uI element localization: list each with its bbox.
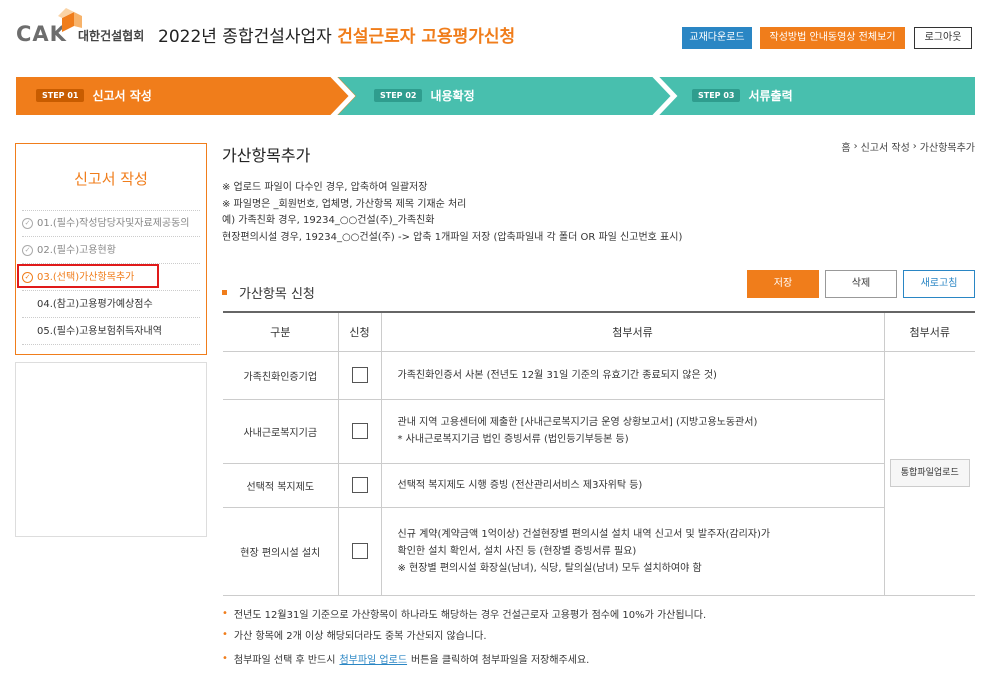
page-title: 가산항목추가	[222, 146, 311, 165]
sidebar-title: 신고서 작성	[74, 170, 148, 188]
header-category: 구분	[223, 311, 338, 352]
header-apply: 신청	[337, 311, 381, 352]
textbook-download-button[interactable]: 교재다운로드	[682, 27, 752, 49]
header-attachment: 첨부서류	[883, 311, 975, 352]
row-checkbox-cell	[337, 351, 381, 400]
check-circle-icon: ✓	[22, 244, 33, 256]
footnote-text: 전년도 12월31일 기준으로 가산항목이 하나라도 해당하는 경우 건설근로자…	[233, 610, 707, 621]
note-line: 현장편의시설 경우, 19234_○○건설(주) -> 압축 1개파일 저장 (…	[222, 231, 683, 243]
bullet-icon: •	[222, 629, 228, 640]
cak-logo[interactable]: CAK 대한건설협회	[16, 8, 151, 48]
bullet-icon: •	[222, 608, 228, 619]
step-arrows	[16, 77, 975, 115]
breadcrumb-home[interactable]: 홈	[841, 139, 850, 154]
step-1-badge: STEP 01	[36, 89, 85, 102]
doc-line: 확인한 설치 확인서, 설치 사진 등 (현장별 증빙서류 필요)	[397, 545, 637, 557]
note-line: 예) 가족친화 경우, 19234_○○건설(주)_가족친화	[222, 215, 435, 226]
footnote: • 전년도 12월31일 기준으로 가산항목이 하나라도 해당하는 경우 건설근…	[222, 606, 706, 621]
row-checkbox-cell	[337, 399, 381, 464]
row-category: 선택적 복지제도	[223, 463, 338, 508]
doc-line: * 사내근로복지기금 법인 증빙서류 (법인등기부등본 등)	[397, 434, 629, 445]
row-category: 현장 편의시설 설치	[223, 507, 338, 596]
logout-button[interactable]: 로그아웃	[914, 27, 972, 49]
guide-video-button[interactable]: 작성방법 안내동영상 전체보기	[760, 27, 905, 49]
row-category: 가족친화인증기업	[223, 351, 338, 400]
note-line: ※ 업로드 파일이 다수인 경우, 압축하여 일괄저장	[222, 182, 428, 193]
apply-checkbox[interactable]	[351, 477, 368, 493]
bulk-upload-button[interactable]: 통합파일업로드	[889, 459, 970, 487]
sidebar-item-label: 02.(필수)고용현황	[37, 244, 116, 256]
bonus-items-table: 구분 신청 첨부서류 첨부서류 가족친화인증기업 가족친화인증서 사본 (전년도…	[223, 311, 975, 596]
step-3: STEP 03 서류출력	[692, 87, 793, 104]
step-2-badge: STEP 02	[374, 89, 423, 102]
row-documents: 신규 계약(계약금액 1억이상) 건설현장별 편의시설 설치 내역 신고서 및 …	[380, 507, 884, 596]
table-row: 현장 편의시설 설치 신규 계약(계약금액 1억이상) 건설현장별 편의시설 설…	[223, 507, 975, 596]
attachment-upload-link[interactable]: 첨부파일 업로드	[339, 651, 407, 666]
sidebar-item-employment[interactable]: ✓ 02.(필수)고용현황	[22, 237, 200, 264]
check-circle-icon: ✓	[22, 218, 33, 229]
row-category: 사내근로복지기금	[223, 399, 338, 464]
header: CAK 대한건설협회 2022년 종합건설사업자 건설근로자 고용평가신청 교재…	[0, 0, 992, 66]
sidebar-item-label: 05.(필수)고용보험취득자내역	[37, 325, 162, 337]
footnote-text: 첨부파일 선택 후 반드시	[233, 655, 336, 666]
delete-button[interactable]: 삭제	[825, 270, 897, 298]
breadcrumb: 홈 › 신고서 작성 › 가산항목추가	[841, 139, 975, 154]
bullet-icon	[222, 290, 227, 295]
chevron-right-icon: ›	[853, 141, 858, 152]
footnote-text: 버튼을 클릭하여 첨부파일을 저장해주세요.	[411, 655, 590, 666]
footnote: • 첨부파일 선택 후 반드시 첨부파일 업로드 버튼을 클릭하여 첨부파일을 …	[222, 651, 589, 666]
row-checkbox-cell	[337, 463, 381, 508]
bullet-icon: •	[222, 653, 228, 664]
table-row: 사내근로복지기금 관내 지역 고용센터에 제출한 [사내근로복지기금 운영 상황…	[223, 399, 975, 464]
sidebar-item-consent[interactable]: ✓ 01.(필수)작성담당자및자료제공동의	[22, 210, 200, 237]
sidebar-item-score[interactable]: 04.(참고)고용평가예상점수	[22, 291, 200, 318]
footnote-text: 가산 항목에 2개 이상 해당되더라도 중복 가산되지 않습니다.	[233, 631, 487, 642]
doc-line: ※ 현장별 편의시설 화장실(남녀), 식당, 탈의실(남녀) 모두 설치하여야…	[397, 562, 702, 574]
header-documents: 첨부서류	[380, 311, 884, 352]
title-highlight: 건설근로자 고용평가신청	[337, 27, 516, 47]
row-checkbox-cell	[337, 507, 381, 596]
refresh-button[interactable]: 새로고침	[903, 270, 975, 298]
step-3-label: 서류출력	[748, 89, 793, 103]
sidebar-empty-panel	[15, 362, 207, 537]
section-title-text: 가산항목 신청	[239, 287, 315, 302]
doc-line: 가족친화인증서 사본 (전년도 12월 31일 기준의 유효기간 종료되지 않은…	[397, 369, 717, 381]
apply-checkbox[interactable]	[351, 367, 368, 383]
sidebar: 신고서 작성 ✓ 01.(필수)작성담당자및자료제공동의 ✓ 02.(필수)고용…	[15, 143, 207, 355]
save-button[interactable]: 저장	[747, 270, 819, 298]
apply-checkbox[interactable]	[351, 543, 368, 559]
upload-notes: ※ 업로드 파일이 다수인 경우, 압축하여 일괄저장 ※ 파일명은 _회원번호…	[222, 180, 682, 246]
step-1-label: 신고서 작성	[92, 89, 152, 103]
doc-line: 신규 계약(계약금액 1억이상) 건설현장별 편의시설 설치 내역 신고서 및 …	[397, 528, 771, 540]
title-prefix: 2022년 종합건설사업자	[158, 27, 338, 47]
table-row: 가족친화인증기업 가족친화인증서 사본 (전년도 12월 31일 기준의 유효기…	[223, 351, 975, 596]
section-title: 가산항목 신청	[222, 283, 315, 302]
note-line: ※ 파일명은 _회원번호, 업체명, 가산항목 제목 기재순 처리	[222, 198, 467, 210]
upload-cell: 통합파일업로드	[883, 351, 975, 596]
table-header-row: 구분 신청 첨부서류 첨부서류	[223, 311, 975, 352]
footnote: • 가산 항목에 2개 이상 해당되더라도 중복 가산되지 않습니다.	[222, 627, 487, 642]
row-documents: 가족친화인증서 사본 (전년도 12월 31일 기준의 유효기간 종료되지 않은…	[380, 351, 884, 400]
doc-line: 관내 지역 고용센터에 제출한 [사내근로복지기금 운영 상황보고서] (지방고…	[397, 417, 758, 428]
step-progress-bar: STEP 01 신고서 작성 STEP 02 내용확정 STEP 03 서류출력	[16, 77, 975, 115]
breadcrumb-item[interactable]: 신고서 작성	[861, 139, 910, 154]
doc-line: 선택적 복지제도 시행 증빙 (전산관리서비스 제3자위탁 등)	[397, 479, 643, 491]
step-1: STEP 01 신고서 작성	[36, 87, 152, 104]
breadcrumb-current: 가산항목추가	[919, 143, 975, 154]
step-3-badge: STEP 03	[692, 89, 741, 102]
logo-org-name: 대한건설협회	[78, 29, 145, 43]
apply-checkbox[interactable]	[351, 423, 368, 439]
sidebar-item-label: 01.(필수)작성담당자및자료제공동의	[37, 218, 190, 229]
sidebar-item-insurance[interactable]: 05.(필수)고용보험취득자내역	[22, 318, 200, 345]
row-documents: 관내 지역 고용센터에 제출한 [사내근로복지기금 운영 상황보고서] (지방고…	[380, 399, 884, 464]
sidebar-item-label: 04.(참고)고용평가예상점수	[37, 298, 153, 310]
step-2-label: 내용확정	[430, 89, 475, 103]
table-row: 선택적 복지제도 선택적 복지제도 시행 증빙 (전산관리서비스 제3자위탁 등…	[223, 463, 975, 508]
highlight-box	[17, 264, 159, 288]
chevron-right-icon: ›	[912, 141, 917, 152]
row-documents: 선택적 복지제도 시행 증빙 (전산관리서비스 제3자위탁 등)	[380, 463, 884, 508]
page-header-title: 2022년 종합건설사업자 건설근로자 고용평가신청	[158, 22, 515, 47]
step-2: STEP 02 내용확정	[374, 87, 475, 104]
